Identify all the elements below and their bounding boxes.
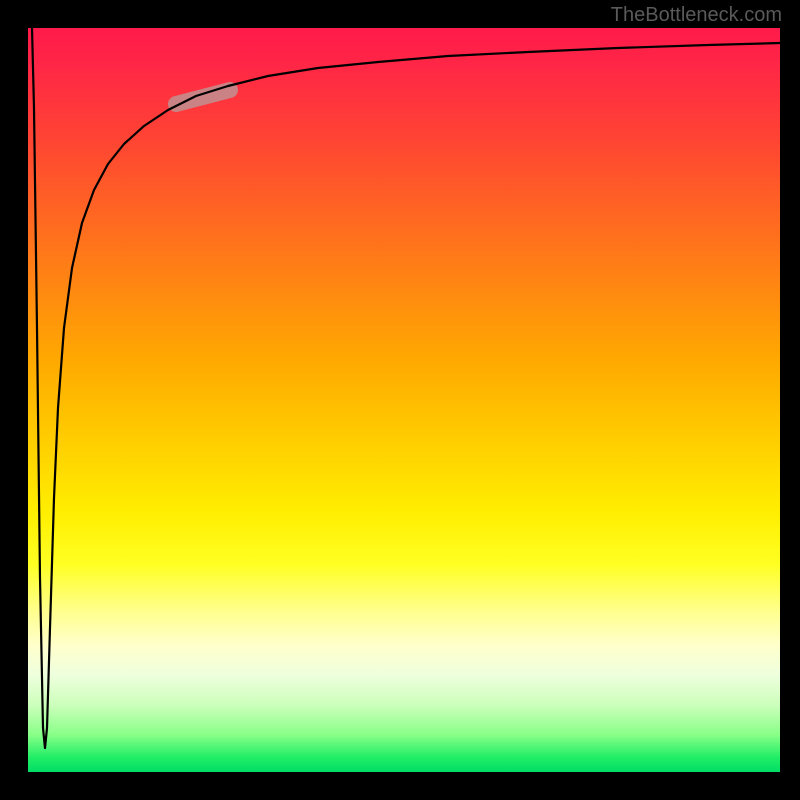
chart-container: TheBottleneck.com: [0, 0, 800, 800]
watermark-text: TheBottleneck.com: [611, 4, 782, 27]
plot-area: [28, 28, 780, 772]
